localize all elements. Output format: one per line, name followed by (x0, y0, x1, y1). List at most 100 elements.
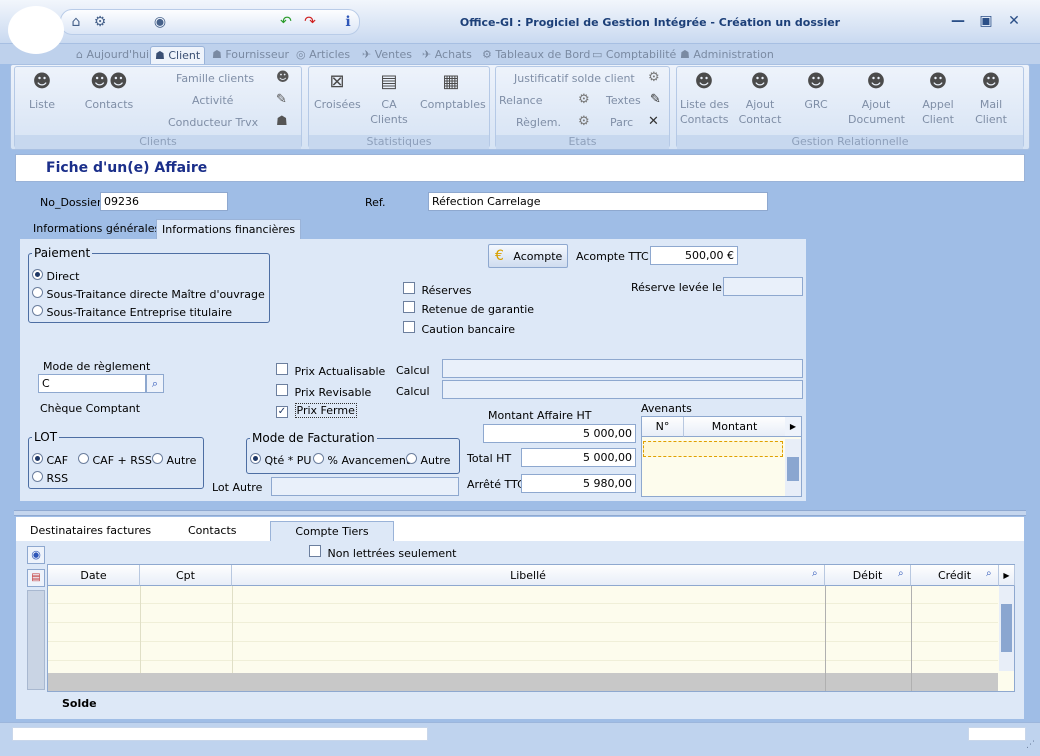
tab-comptabilite[interactable]: ▭ Comptabilité (592, 46, 676, 64)
montant-ht-field[interactable]: 5 000,00 (483, 424, 636, 443)
calcul-revisable-field[interactable] (442, 380, 803, 399)
ajout-contact-button[interactable]: ☻ Ajout Contact (738, 72, 782, 127)
radio-caf[interactable]: CAF (32, 453, 68, 467)
tab-destinataires-factures[interactable]: Destinataires factures (22, 521, 159, 541)
tab-tableaux-de-bord[interactable]: ⚙ Tableaux de Bord (482, 46, 590, 64)
checkbox[interactable]: ✓ (276, 406, 288, 418)
home-icon[interactable]: ⌂ (68, 14, 84, 30)
search-icon[interactable]: ⌕ (812, 568, 818, 579)
justificatif-solde-button[interactable]: Justificatif solde client (514, 72, 635, 85)
ca-clients-button[interactable]: ▤ CA Clients (368, 72, 410, 127)
search-icon[interactable]: ⌕ (986, 568, 992, 579)
tab-compte-tiers[interactable]: Compte Tiers (270, 521, 394, 541)
ref-field[interactable]: Réfection Carrelage (428, 192, 768, 211)
parc-button[interactable]: Parc (610, 116, 633, 129)
prix-revisable-checkbox[interactable]: Prix Revisable (276, 384, 371, 399)
search-icon[interactable]: ◉ (152, 14, 168, 30)
appel-client-button[interactable]: ☻ Appel Client (918, 72, 958, 127)
radio-sous-traitance-mo[interactable]: Sous-Traitance directe Maître d'ouvrage (32, 287, 265, 301)
scroll-right-icon[interactable]: ▶ (785, 417, 801, 437)
tab-administration[interactable]: ☗ Administration (680, 46, 774, 64)
mail-client-button[interactable]: ☻ Mail Client (972, 72, 1010, 127)
radio-button[interactable] (32, 305, 43, 316)
textes-button[interactable]: Textes (606, 94, 641, 107)
radio-lot-autre[interactable]: Autre (152, 453, 196, 467)
avenants-col-montant[interactable]: Montant (684, 417, 785, 437)
app-menu-button[interactable] (8, 6, 64, 54)
panel-splitter[interactable] (14, 510, 1026, 516)
radio-button[interactable] (32, 453, 43, 464)
radio-button[interactable] (250, 453, 261, 464)
maximize-button[interactable]: ▣ (976, 13, 996, 31)
radio-sous-traitance-et[interactable]: Sous-Traitance Entreprise titulaire (32, 305, 232, 319)
tab-articles[interactable]: ◎ Articles (296, 46, 350, 64)
liste-contacts-button[interactable]: ☻ Liste des Contacts (680, 72, 729, 127)
radio-button[interactable] (152, 453, 163, 464)
contacts-button[interactable]: ☻☻ Contacts (84, 72, 134, 112)
radio-button[interactable] (32, 471, 43, 482)
radio-avancement[interactable]: % Avancement (313, 453, 410, 467)
scroll-right-icon[interactable]: ▶ (999, 565, 1015, 586)
mode-reglement-field[interactable]: C (38, 374, 146, 393)
acompte-button[interactable]: € Acompte (488, 244, 568, 268)
scrollbar-thumb[interactable] (787, 457, 799, 481)
acompte-ttc-field[interactable]: 500,00 € (650, 246, 738, 265)
radio-fact-autre[interactable]: Autre (406, 453, 450, 467)
arrete-ttc-field[interactable]: 5 980,00 (521, 474, 636, 493)
grid-scrollbar[interactable] (999, 586, 1014, 671)
radio-rss[interactable]: RSS (32, 471, 68, 485)
radio-button[interactable] (32, 269, 43, 280)
radio-qte-pu[interactable]: Qté * PU (250, 453, 311, 467)
radio-button[interactable] (406, 453, 417, 464)
checkbox[interactable] (276, 363, 288, 375)
refresh-icon[interactable]: ◉ (27, 546, 45, 564)
export-icon[interactable]: ▤ (27, 569, 45, 587)
tab-informations-generales[interactable]: Informations générales (28, 219, 165, 239)
radio-direct[interactable]: Direct (32, 269, 79, 283)
lot-autre-field[interactable] (271, 477, 459, 496)
checkbox[interactable] (276, 384, 288, 396)
radio-button[interactable] (32, 287, 43, 298)
tab-client[interactable]: ☗ Client (150, 46, 206, 64)
liste-button[interactable]: ☻ Liste (24, 72, 60, 112)
radio-button[interactable] (78, 453, 89, 464)
no-dossier-field[interactable]: 09236 (100, 192, 228, 211)
non-lettrees-checkbox[interactable]: Non lettrées seulement (309, 545, 456, 560)
lookup-icon[interactable]: ⌕ (146, 374, 164, 393)
prix-actualisable-checkbox[interactable]: Prix Actualisable (276, 363, 385, 378)
checkbox[interactable] (403, 282, 415, 294)
croisees-button[interactable]: ⊠ Croisées (314, 72, 361, 112)
tab-ventes[interactable]: ✈ Ventes (362, 46, 412, 64)
avenants-col-no[interactable]: N° (642, 417, 684, 437)
checkbox[interactable] (403, 301, 415, 313)
calcul-actualisable-field[interactable] (442, 359, 803, 378)
tab-fournisseur[interactable]: ☗ Fournisseur (212, 46, 289, 64)
retenue-checkbox[interactable]: Retenue de garantie (403, 301, 534, 316)
forward-arrow-icon[interactable]: ↷ (302, 14, 318, 30)
radio-button[interactable] (313, 453, 324, 464)
table-row[interactable] (48, 624, 998, 642)
ajout-document-button[interactable]: ☻ Ajout Document (848, 72, 905, 127)
column-libelle[interactable]: Libellé (232, 565, 825, 586)
caution-checkbox[interactable]: Caution bancaire (403, 321, 515, 336)
total-ht-field[interactable]: 5 000,00 (521, 448, 636, 467)
resize-grip-icon[interactable]: ⋰ (1026, 740, 1038, 752)
comptables-button[interactable]: ▦ Comptables (420, 72, 486, 112)
table-row[interactable] (48, 643, 998, 661)
avenants-grid[interactable]: N° Montant ▶ (641, 416, 802, 497)
tab-aujourdhui[interactable]: ⌂ Aujourd'hui (76, 46, 149, 64)
settings-icon[interactable]: ⚙ (92, 14, 108, 30)
reglement-button[interactable]: Règlem. (516, 116, 561, 129)
tab-contacts[interactable]: Contacts (180, 521, 245, 541)
column-date[interactable]: Date (48, 565, 140, 586)
scrollbar-thumb[interactable] (1001, 604, 1012, 652)
avenants-scrollbar[interactable] (785, 439, 801, 496)
tab-informations-financieres[interactable]: Informations financières (156, 219, 302, 239)
search-icon[interactable]: ⌕ (898, 568, 904, 579)
grc-button[interactable]: ☻ GRC (798, 72, 834, 112)
table-row[interactable] (48, 605, 998, 623)
column-cpt[interactable]: Cpt (140, 565, 232, 586)
radio-caf-rss[interactable]: CAF + RSS (78, 453, 152, 467)
relance-button[interactable]: Relance (499, 94, 543, 107)
minimize-button[interactable]: — (948, 13, 968, 31)
